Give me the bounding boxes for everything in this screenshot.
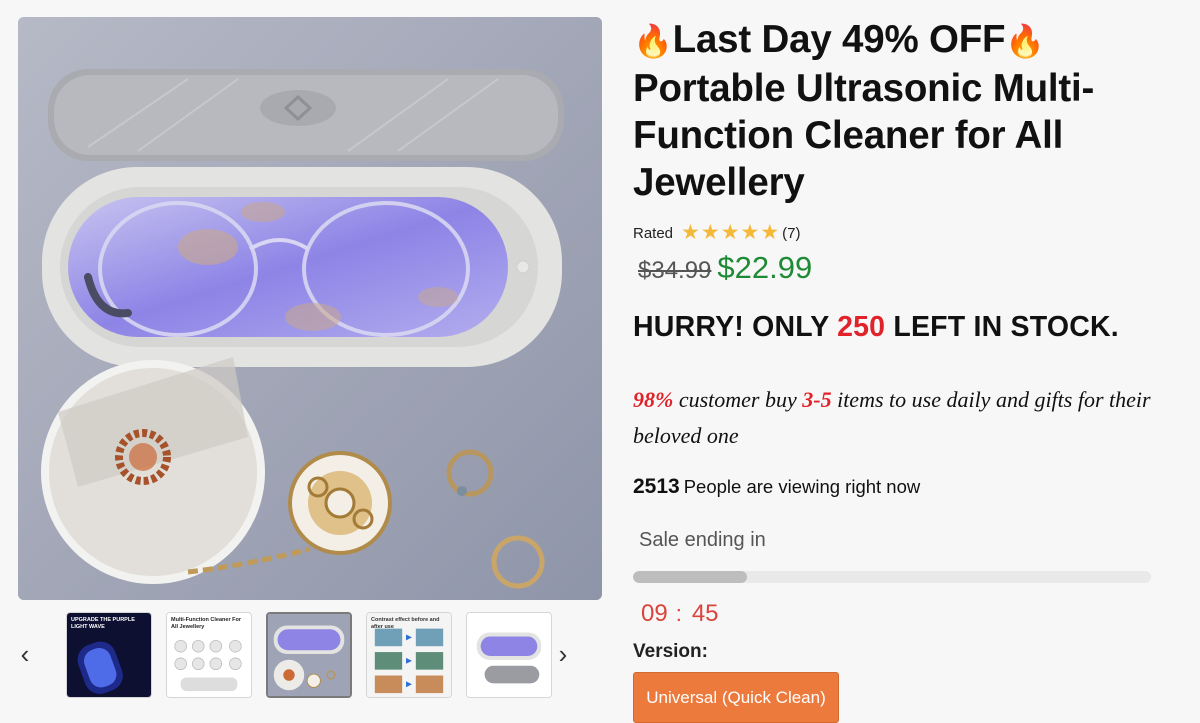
star-icon: ★ — [681, 221, 700, 244]
thumbnail-5[interactable] — [466, 612, 552, 698]
rating-stars: ★ ★ ★ ★ ★ — [681, 221, 780, 244]
stock-suffix: LEFT IN STOCK. — [893, 311, 1119, 343]
promo-range: 3-5 — [802, 387, 832, 412]
thumbnail-caption: UPGRADE THE PURPLE LIGHT WAVE — [71, 617, 135, 630]
thumbnail-1[interactable]: UPGRADE THE PURPLE LIGHT WAVE — [66, 612, 152, 698]
version-label: Version: — [633, 641, 708, 662]
stock-count: 250 — [837, 311, 886, 343]
countdown-separator: : — [675, 601, 682, 626]
promo-text-1: customer buy — [678, 387, 797, 412]
star-icon: ★ — [760, 221, 780, 244]
countdown-timer: 09 : 45 — [641, 600, 719, 628]
thumbnail-image — [268, 614, 350, 696]
product-main-image[interactable] — [18, 17, 602, 600]
rating-count[interactable]: (7) — [782, 225, 800, 242]
price: $34.99 $22.99 — [638, 250, 812, 286]
thumbnail-2[interactable]: Multi-Function Cleaner For All Jewellery — [166, 612, 252, 698]
sale-progress-bar — [633, 571, 1151, 583]
countdown-minutes: 09 — [641, 600, 668, 627]
rating[interactable]: Rated ★ ★ ★ ★ ★ (7) — [633, 221, 801, 244]
title-name: Portable Ultrasonic Multi-Function Clean… — [633, 67, 1095, 204]
thumbnail-caption: Multi-Function Cleaner For All Jewellery — [171, 617, 241, 630]
sale-ending-label: Sale ending in — [639, 529, 766, 551]
product-title: 🔥Last Day 49% OFF🔥 Portable Ultrasonic M… — [633, 16, 1193, 206]
sale-progress-fill — [633, 571, 747, 583]
thumbnail-strip: ‹ UPGRADE THE PURPLE LIGHT WAVE Multi-Fu… — [0, 608, 602, 704]
promo-percent: 98% — [633, 387, 674, 412]
stock-prefix: HURRY! ONLY — [633, 311, 829, 343]
live-viewers: 2513 People are viewing right now — [633, 475, 920, 499]
fire-icon: 🔥 — [633, 23, 673, 59]
variant-option-universal[interactable]: Universal (Quick Clean) — [633, 672, 839, 723]
promo-text: 98% customer buy 3-5 items to use daily … — [633, 382, 1195, 454]
viewer-count: 2513 — [633, 475, 680, 498]
thumbnail-image — [467, 613, 551, 697]
star-icon: ★ — [720, 221, 740, 244]
star-icon: ★ — [700, 221, 720, 244]
thumbnail-caption: Contrast effect before and after use — [371, 617, 440, 630]
product-info: 🔥Last Day 49% OFF🔥 Portable Ultrasonic M… — [633, 16, 1193, 723]
star-icon: ★ — [740, 221, 760, 244]
countdown-seconds: 45 — [691, 600, 719, 627]
rating-label: Rated — [633, 224, 674, 242]
fire-icon: 🔥 — [1005, 23, 1046, 59]
chevron-right-icon[interactable]: › — [552, 638, 574, 670]
thumbnail-3-active[interactable] — [266, 612, 352, 698]
stock-alert: HURRY! ONLY 250 LEFT IN STOCK. — [633, 311, 1119, 344]
chevron-left-icon[interactable]: ‹ — [14, 638, 36, 670]
title-promo: Last Day 49% OFF — [672, 18, 1006, 61]
viewer-text: People are viewing right now — [683, 476, 921, 497]
compare-at-price: $34.99 — [638, 257, 712, 284]
thumbnail-4[interactable]: Contrast effect before and after use — [366, 612, 452, 698]
ultrasonic-cleaner-photo — [18, 17, 602, 600]
sale-price: $22.99 — [717, 250, 813, 285]
